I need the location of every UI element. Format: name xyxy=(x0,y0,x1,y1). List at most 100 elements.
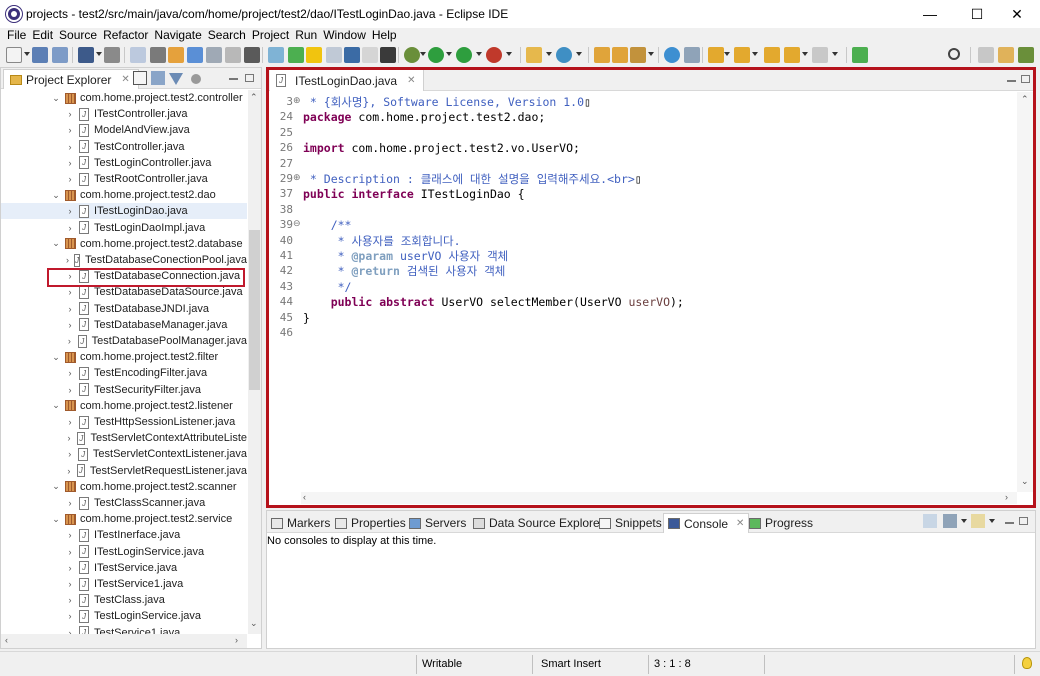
chevron-right-icon[interactable]: › xyxy=(65,336,74,346)
tab-properties[interactable]: Properties xyxy=(331,513,410,533)
open-perspective-icon[interactable] xyxy=(104,47,120,63)
chevron-down-icon[interactable]: ⌄ xyxy=(51,238,61,249)
debug-dropdown-icon[interactable] xyxy=(420,52,426,56)
open-type-icon[interactable] xyxy=(594,47,610,63)
tree-file[interactable]: › J TestLoginDaoImpl.java xyxy=(1,220,247,236)
new-class-icon[interactable] xyxy=(556,47,572,63)
chevron-down-icon[interactable]: ⌄ xyxy=(51,481,61,492)
chevron-right-icon[interactable]: › xyxy=(65,109,75,119)
chevron-right-icon[interactable]: › xyxy=(65,255,70,265)
tree-package[interactable]: ⌄ com.home.project.test2.database xyxy=(1,236,247,252)
tree-file[interactable]: › J TestClassScanner.java xyxy=(1,495,247,511)
tree-package[interactable]: ⌄ com.home.project.test2.dao xyxy=(1,187,247,203)
menu-run[interactable]: Run xyxy=(292,28,320,45)
chevron-right-icon[interactable]: › xyxy=(65,125,75,135)
debug-perspective-icon[interactable] xyxy=(1018,47,1034,63)
chevron-right-icon[interactable]: › xyxy=(65,417,75,427)
tab-progress[interactable]: Progress xyxy=(745,513,817,533)
tab-console[interactable]: Console ✕ xyxy=(663,513,750,533)
task-dropdown-icon[interactable] xyxy=(648,52,654,56)
new-class-dropdown-icon[interactable] xyxy=(576,52,582,56)
chevron-right-icon[interactable]: › xyxy=(65,449,74,459)
view-menu-dots-icon[interactable] xyxy=(191,74,201,84)
coverage-dropdown-icon[interactable] xyxy=(476,52,482,56)
tree-file[interactable]: › J ModelAndView.java xyxy=(1,122,247,138)
menu-project[interactable]: Project xyxy=(249,28,292,45)
lightbulb-icon[interactable] xyxy=(1022,657,1032,669)
open-console-icon[interactable] xyxy=(971,514,985,528)
tree-file[interactable]: › J ITestLoginService.java xyxy=(1,544,247,560)
next-annotation-dropdown-icon[interactable] xyxy=(724,52,730,56)
tree-file[interactable]: › J ITestController.java xyxy=(1,106,247,122)
back-dropdown-icon[interactable] xyxy=(802,52,808,56)
filter-icon[interactable] xyxy=(169,73,183,85)
next-annotation-icon[interactable] xyxy=(708,47,724,63)
external-tools-dropdown-icon[interactable] xyxy=(506,52,512,56)
chevron-right-icon[interactable]: › xyxy=(65,563,75,573)
save-all-icon[interactable] xyxy=(52,47,68,63)
link-with-editor-icon[interactable] xyxy=(151,71,165,85)
tree-file[interactable]: › J TestLoginController.java xyxy=(1,155,247,171)
tab-servers[interactable]: Servers xyxy=(405,513,470,533)
java-perspective-icon[interactable] xyxy=(998,47,1014,63)
chevron-right-icon[interactable]: › xyxy=(65,611,75,621)
tree-file[interactable]: › J TestSecurityFilter.java xyxy=(1,382,247,398)
chevron-right-icon[interactable]: › xyxy=(65,466,73,476)
chevron-right-icon[interactable]: › xyxy=(65,304,75,314)
word-wrap-icon[interactable] xyxy=(206,47,222,63)
block-icon[interactable] xyxy=(344,47,360,63)
chevron-right-icon[interactable]: › xyxy=(65,530,75,540)
tree-file[interactable]: › J TestDatabaseConectionPool.java xyxy=(1,252,247,268)
display-console-icon[interactable] xyxy=(943,514,957,528)
code-area[interactable]: * {회사명}, Software License, Version 1.0▯ p… xyxy=(303,92,1003,492)
chevron-right-icon[interactable]: › xyxy=(65,433,73,443)
close-console-tab-icon[interactable]: ✕ xyxy=(736,518,744,529)
toggle-block-icon[interactable] xyxy=(130,47,146,63)
menu-refactor[interactable]: Refactor xyxy=(100,28,151,45)
editor-vertical-scrollbar[interactable]: ⌃ ⌄ xyxy=(1017,92,1033,492)
tab-markers[interactable]: Markers xyxy=(267,513,334,533)
chevron-right-icon[interactable]: › xyxy=(65,320,75,330)
annotation-icon[interactable] xyxy=(168,47,184,63)
minimize-view-icon[interactable] xyxy=(229,78,238,80)
menu-source[interactable]: Source xyxy=(56,28,100,45)
forward-dropdown-icon[interactable] xyxy=(832,52,838,56)
close-tab-icon[interactable]: ✕ xyxy=(121,74,129,85)
tree-package[interactable]: ⌄ com.home.project.test2.scanner xyxy=(1,479,247,495)
tree-file[interactable]: › J TestDatabasePoolManager.java xyxy=(1,333,247,349)
new-java-project-icon[interactable] xyxy=(526,47,542,63)
tree-package[interactable]: ⌄ com.home.project.test2.filter xyxy=(1,349,247,365)
pin-editor-icon[interactable] xyxy=(852,47,868,63)
tab-data-source-explorer[interactable]: Data Source Explorer xyxy=(469,513,608,533)
tab-itestlogindao[interactable]: J ITestLoginDao.java ✕ xyxy=(270,70,425,91)
run-dropdown-icon[interactable] xyxy=(446,52,452,56)
close-editor-tab-icon[interactable]: ✕ xyxy=(407,75,415,86)
maximize-bottom-icon[interactable] xyxy=(1019,517,1028,525)
expand-fold-icon[interactable]: ⊕ xyxy=(293,172,301,183)
tree-package[interactable]: ⌄ com.home.project.test2.controller xyxy=(1,90,247,106)
tree-file[interactable]: › J TestServletContextAttributeListe xyxy=(1,430,247,446)
menu-search[interactable]: Search xyxy=(205,28,249,45)
step-icon[interactable] xyxy=(326,47,342,63)
coverage-icon[interactable] xyxy=(456,47,472,63)
tab-project-explorer[interactable]: Project Explorer ✕ xyxy=(3,69,139,89)
mark-occurrences-icon[interactable] xyxy=(288,47,304,63)
chevron-down-icon[interactable]: ⌄ xyxy=(51,400,61,411)
last-edit-location-icon[interactable] xyxy=(764,47,780,63)
save-icon[interactable] xyxy=(32,47,48,63)
status-insert-mode[interactable]: Smart Insert xyxy=(541,658,601,670)
chevron-right-icon[interactable]: › xyxy=(65,174,75,184)
new-dropdown-icon[interactable] xyxy=(24,52,30,56)
open-console-dropdown-icon[interactable] xyxy=(989,519,995,523)
chevron-down-icon[interactable]: ⌄ xyxy=(51,514,61,525)
tree-file[interactable]: › J ITestService.java xyxy=(1,560,247,576)
terminal-icon[interactable] xyxy=(78,47,94,63)
debug-icon[interactable] xyxy=(404,47,420,63)
close-window-button[interactable]: ✕ xyxy=(994,0,1040,28)
open-task-icon[interactable] xyxy=(630,47,646,63)
chevron-right-icon[interactable]: › xyxy=(65,498,75,508)
chevron-right-icon[interactable]: › xyxy=(65,142,75,152)
open-perspective-button-icon[interactable] xyxy=(978,47,994,63)
new-file-icon[interactable] xyxy=(6,47,22,63)
tab-snippets[interactable]: Snippets xyxy=(595,513,666,533)
